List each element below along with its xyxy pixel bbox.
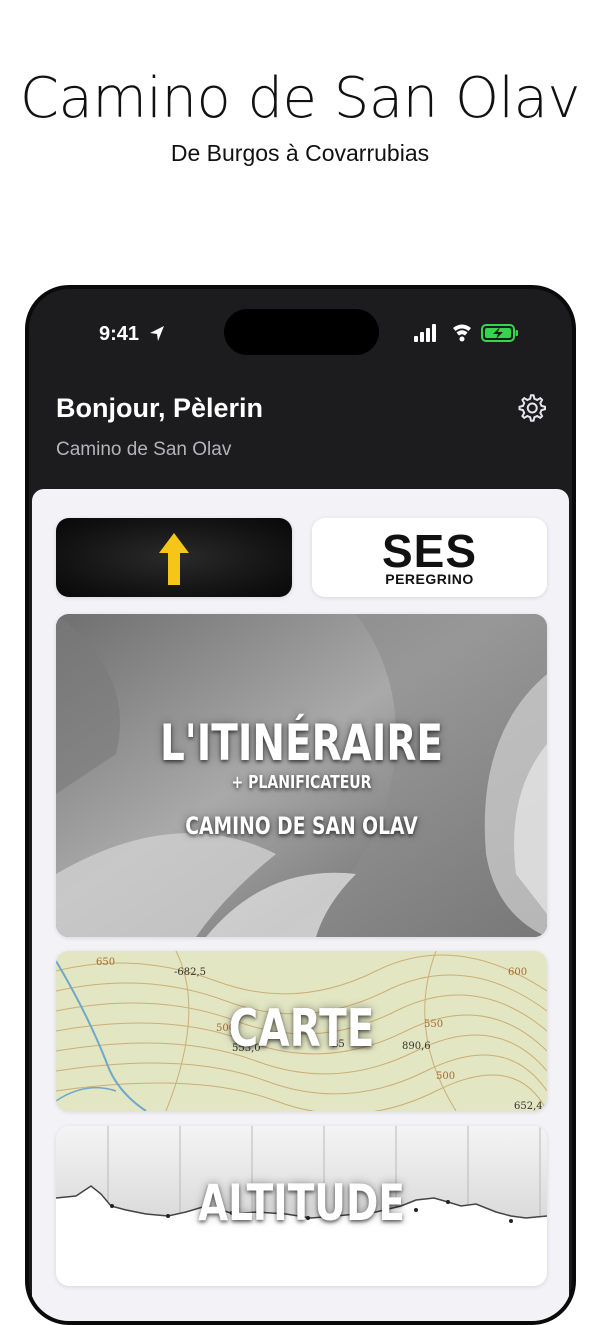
location-arrow-icon bbox=[147, 323, 167, 350]
itinerary-planner-label: + PLANIFICATEUR bbox=[231, 772, 372, 793]
promo-title: Camino de San Olav bbox=[19, 66, 581, 131]
map-contour-label: -682,5 bbox=[174, 967, 206, 978]
battery-charging-icon bbox=[481, 324, 518, 342]
ses-logo-subtitle: PEREGRINO bbox=[385, 571, 474, 587]
ses-peregrino-tile[interactable]: SES PEREGRINO bbox=[312, 518, 547, 597]
altitude-title: ALTITUDE bbox=[198, 1174, 405, 1232]
itinerary-tile[interactable]: L'ITINÉRAIRE + PLANIFICATEUR CAMINO DE S… bbox=[56, 614, 547, 937]
promo-subtitle: De Burgos à Covarrubias bbox=[170, 140, 430, 166]
altitude-tile[interactable]: ALTITUDE bbox=[56, 1126, 547, 1286]
greeting-subtitle: Camino de San Olav bbox=[56, 439, 232, 460]
map-contour-label: 650 bbox=[96, 957, 115, 968]
phone-frame: 9:41 Bonjour, Pèlerin Camino de San Olav… bbox=[25, 285, 576, 1325]
tile-grid: SES PEREGRINO L'ITINÉRAIRE + PLANIFICATE… bbox=[32, 489, 569, 1321]
map-contour-label: 500 bbox=[436, 1071, 455, 1082]
map-contour-label: 652,4 bbox=[514, 1101, 543, 1111]
map-tile[interactable]: -682,5 650 600 550 500 890,6 35 553,0 50… bbox=[56, 951, 547, 1111]
dynamic-island bbox=[224, 309, 379, 355]
waymark-tile[interactable] bbox=[56, 518, 292, 597]
ses-logo-title: SES bbox=[381, 525, 478, 577]
wifi-icon bbox=[453, 324, 471, 342]
itinerary-title: L'ITINÉRAIRE bbox=[159, 714, 444, 772]
yellow-arrow-up-icon bbox=[154, 531, 194, 592]
cellular-signal-icon bbox=[414, 324, 436, 342]
greeting-title: Bonjour, Pèlerin bbox=[56, 393, 264, 423]
gear-icon[interactable] bbox=[517, 393, 547, 428]
status-time: 9:41 bbox=[99, 323, 140, 345]
status-icons bbox=[414, 322, 524, 351]
itinerary-subtitle: CAMINO DE SAN OLAV bbox=[185, 812, 418, 840]
map-title: CARTE bbox=[228, 999, 375, 1059]
map-contour-label: 600 bbox=[508, 967, 527, 978]
